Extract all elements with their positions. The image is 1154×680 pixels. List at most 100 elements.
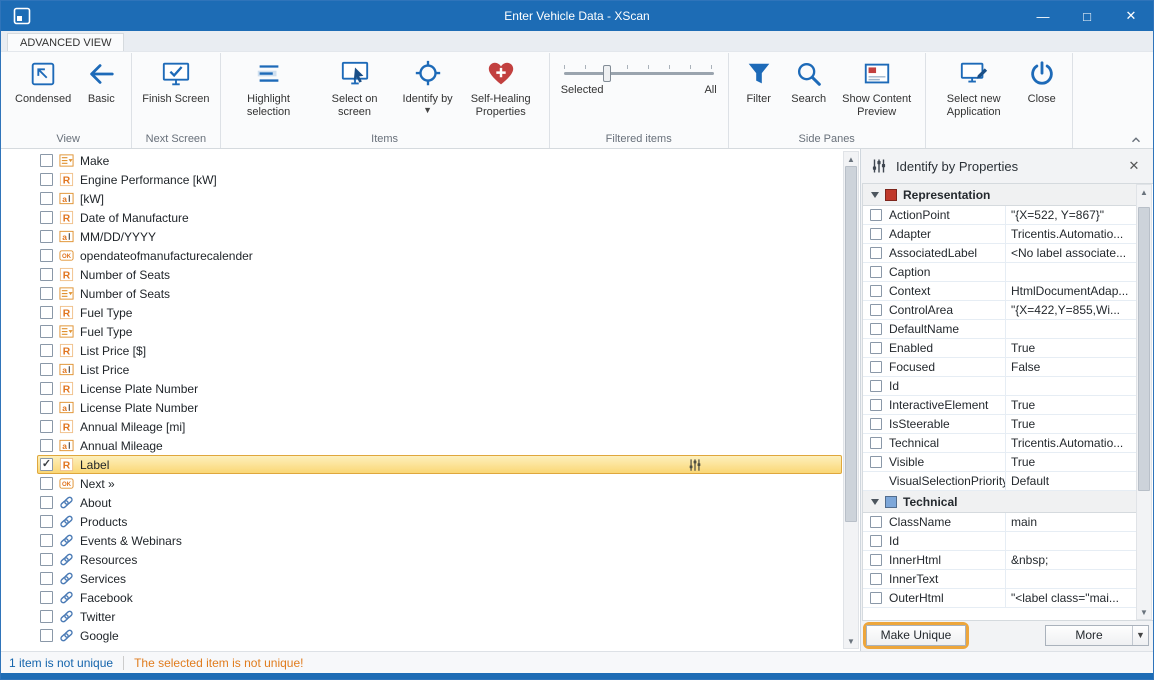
item-checkbox[interactable]	[40, 591, 53, 604]
item-checkbox[interactable]	[40, 249, 53, 262]
property-row-visible[interactable]: Visible True	[863, 453, 1136, 472]
property-row-innertext[interactable]: InnerText	[863, 570, 1136, 589]
properties-scroll-thumb[interactable]	[1138, 207, 1150, 491]
property-row-id[interactable]: Id	[863, 532, 1136, 551]
item-checkbox[interactable]	[40, 629, 53, 642]
item-checkbox[interactable]	[40, 154, 53, 167]
item-checkbox[interactable]	[40, 325, 53, 338]
property-row-interactiveelement[interactable]: InteractiveElement True	[863, 396, 1136, 415]
property-checkbox[interactable]	[870, 573, 882, 585]
close-panel-icon[interactable]: ✕	[1125, 158, 1143, 174]
item-checkbox[interactable]: ✓	[40, 458, 53, 471]
ribbon-button-finish-screen[interactable]: Finish Screen ▼	[137, 55, 214, 107]
property-row-adapter[interactable]: Adapter Tricentis.Automatio...	[863, 225, 1136, 244]
property-checkbox[interactable]	[870, 209, 882, 221]
list-scroll-thumb[interactable]	[845, 166, 857, 522]
property-checkbox[interactable]	[870, 592, 882, 604]
item-checkbox[interactable]	[40, 534, 53, 547]
property-row-id[interactable]: Id	[863, 377, 1136, 396]
item-checkbox[interactable]	[40, 515, 53, 528]
item-checkbox[interactable]	[40, 401, 53, 414]
list-item-license-plate-number[interactable]: a License Plate Number	[3, 398, 842, 417]
property-checkbox[interactable]	[870, 228, 882, 240]
list-item-number-of-seats[interactable]: Number of Seats	[3, 284, 842, 303]
property-row-associatedlabel[interactable]: AssociatedLabel <No label associate...	[863, 244, 1136, 263]
property-row-enabled[interactable]: Enabled True	[863, 339, 1136, 358]
list-item-mm-dd-yyyy[interactable]: a MM/DD/YYYY	[3, 227, 842, 246]
minimize-button[interactable]: —	[1021, 1, 1065, 31]
list-item-annual-mileage[interactable]: a Annual Mileage	[3, 436, 842, 455]
list-scrollbar[interactable]: ▲ ▼	[843, 151, 859, 649]
property-row-caption[interactable]: Caption	[863, 263, 1136, 282]
property-row-classname[interactable]: ClassName main	[863, 513, 1136, 532]
scroll-up-icon[interactable]: ▲	[1137, 185, 1151, 199]
item-checkbox[interactable]	[40, 268, 53, 281]
list-item-make[interactable]: Make	[3, 151, 842, 170]
list-item-twitter[interactable]: Twitter	[3, 607, 842, 626]
item-checkbox[interactable]	[40, 553, 53, 566]
maximize-button[interactable]: □	[1065, 1, 1109, 31]
property-checkbox[interactable]	[870, 554, 882, 566]
collapse-section-icon[interactable]	[871, 192, 879, 198]
collapse-ribbon-chevron[interactable]	[1129, 133, 1143, 145]
property-row-focused[interactable]: Focused False	[863, 358, 1136, 377]
properties-scrollbar[interactable]: ▲ ▼	[1136, 184, 1152, 620]
property-checkbox[interactable]	[870, 535, 882, 547]
list-item-label[interactable]: ✓ R Label	[3, 455, 842, 474]
property-row-visualselectionpriority[interactable]: VisualSelectionPriority Default	[863, 472, 1136, 491]
filtered-items-slider[interactable]: Selected All	[555, 55, 723, 96]
more-button[interactable]: More ▼	[1045, 625, 1149, 646]
list-item-list-price[interactable]: R List Price [$]	[3, 341, 842, 360]
item-checkbox[interactable]	[40, 211, 53, 224]
ribbon-button-identify-by[interactable]: Identify by ▼	[398, 55, 458, 115]
list-item-next[interactable]: OK Next »	[3, 474, 842, 493]
slider-track[interactable]	[564, 72, 714, 75]
property-row-innerhtml[interactable]: InnerHtml &nbsp;	[863, 551, 1136, 570]
list-item-events-webinars[interactable]: Events & Webinars	[3, 531, 842, 550]
list-item-about[interactable]: About	[3, 493, 842, 512]
item-checkbox[interactable]	[40, 230, 53, 243]
list-item-fuel-type[interactable]: Fuel Type	[3, 322, 842, 341]
scroll-down-icon[interactable]: ▼	[844, 634, 858, 648]
item-checkbox[interactable]	[40, 572, 53, 585]
list-item-services[interactable]: Services	[3, 569, 842, 588]
ribbon-button-select-new-application[interactable]: Select new Application ▼	[931, 55, 1017, 120]
list-item-fuel-type[interactable]: R Fuel Type	[3, 303, 842, 322]
list-item-google[interactable]: Google	[3, 626, 842, 645]
property-row-context[interactable]: Context HtmlDocumentAdap...	[863, 282, 1136, 301]
item-checkbox[interactable]	[40, 173, 53, 186]
item-checkbox[interactable]	[40, 496, 53, 509]
property-checkbox[interactable]	[870, 285, 882, 297]
property-checkbox[interactable]	[870, 323, 882, 335]
list-item-products[interactable]: Products	[3, 512, 842, 531]
item-checkbox[interactable]	[40, 363, 53, 376]
tab-advanced-view[interactable]: ADVANCED VIEW	[7, 33, 124, 51]
make-unique-button[interactable]: Make Unique	[866, 625, 966, 646]
property-row-defaultname[interactable]: DefaultName	[863, 320, 1136, 339]
ribbon-button-self-healing-properties[interactable]: Self-Healing Properties ▼	[458, 55, 544, 120]
section-header-representation[interactable]: Representation	[863, 184, 1136, 206]
property-checkbox[interactable]	[870, 247, 882, 259]
close-button[interactable]: ✕	[1109, 1, 1153, 31]
list-item-kw[interactable]: a [kW]	[3, 189, 842, 208]
ribbon-button-condensed[interactable]: Condensed ▼	[10, 55, 76, 107]
item-checkbox[interactable]	[40, 287, 53, 300]
property-row-controlarea[interactable]: ControlArea "{X=422,Y=855,Wi...	[863, 301, 1136, 320]
item-checkbox[interactable]	[40, 382, 53, 395]
property-checkbox[interactable]	[870, 437, 882, 449]
list-item-engine-performance-kw[interactable]: R Engine Performance [kW]	[3, 170, 842, 189]
item-checkbox[interactable]	[40, 439, 53, 452]
collapse-section-icon[interactable]	[871, 499, 879, 505]
item-checkbox[interactable]	[40, 610, 53, 623]
scroll-down-icon[interactable]: ▼	[1137, 605, 1151, 619]
property-row-actionpoint[interactable]: ActionPoint "{X=522, Y=867}"	[863, 206, 1136, 225]
list-item-list-price[interactable]: a List Price	[3, 360, 842, 379]
list-item-annual-mileage-mi[interactable]: R Annual Mileage [mi]	[3, 417, 842, 436]
list-item-opendateofmanufacturecalender[interactable]: OK opendateofmanufacturecalender	[3, 246, 842, 265]
property-checkbox[interactable]	[870, 361, 882, 373]
list-item-facebook[interactable]: Facebook	[3, 588, 842, 607]
slider-thumb[interactable]	[603, 65, 611, 82]
property-checkbox[interactable]	[870, 456, 882, 468]
property-checkbox[interactable]	[870, 516, 882, 528]
property-checkbox[interactable]	[870, 380, 882, 392]
